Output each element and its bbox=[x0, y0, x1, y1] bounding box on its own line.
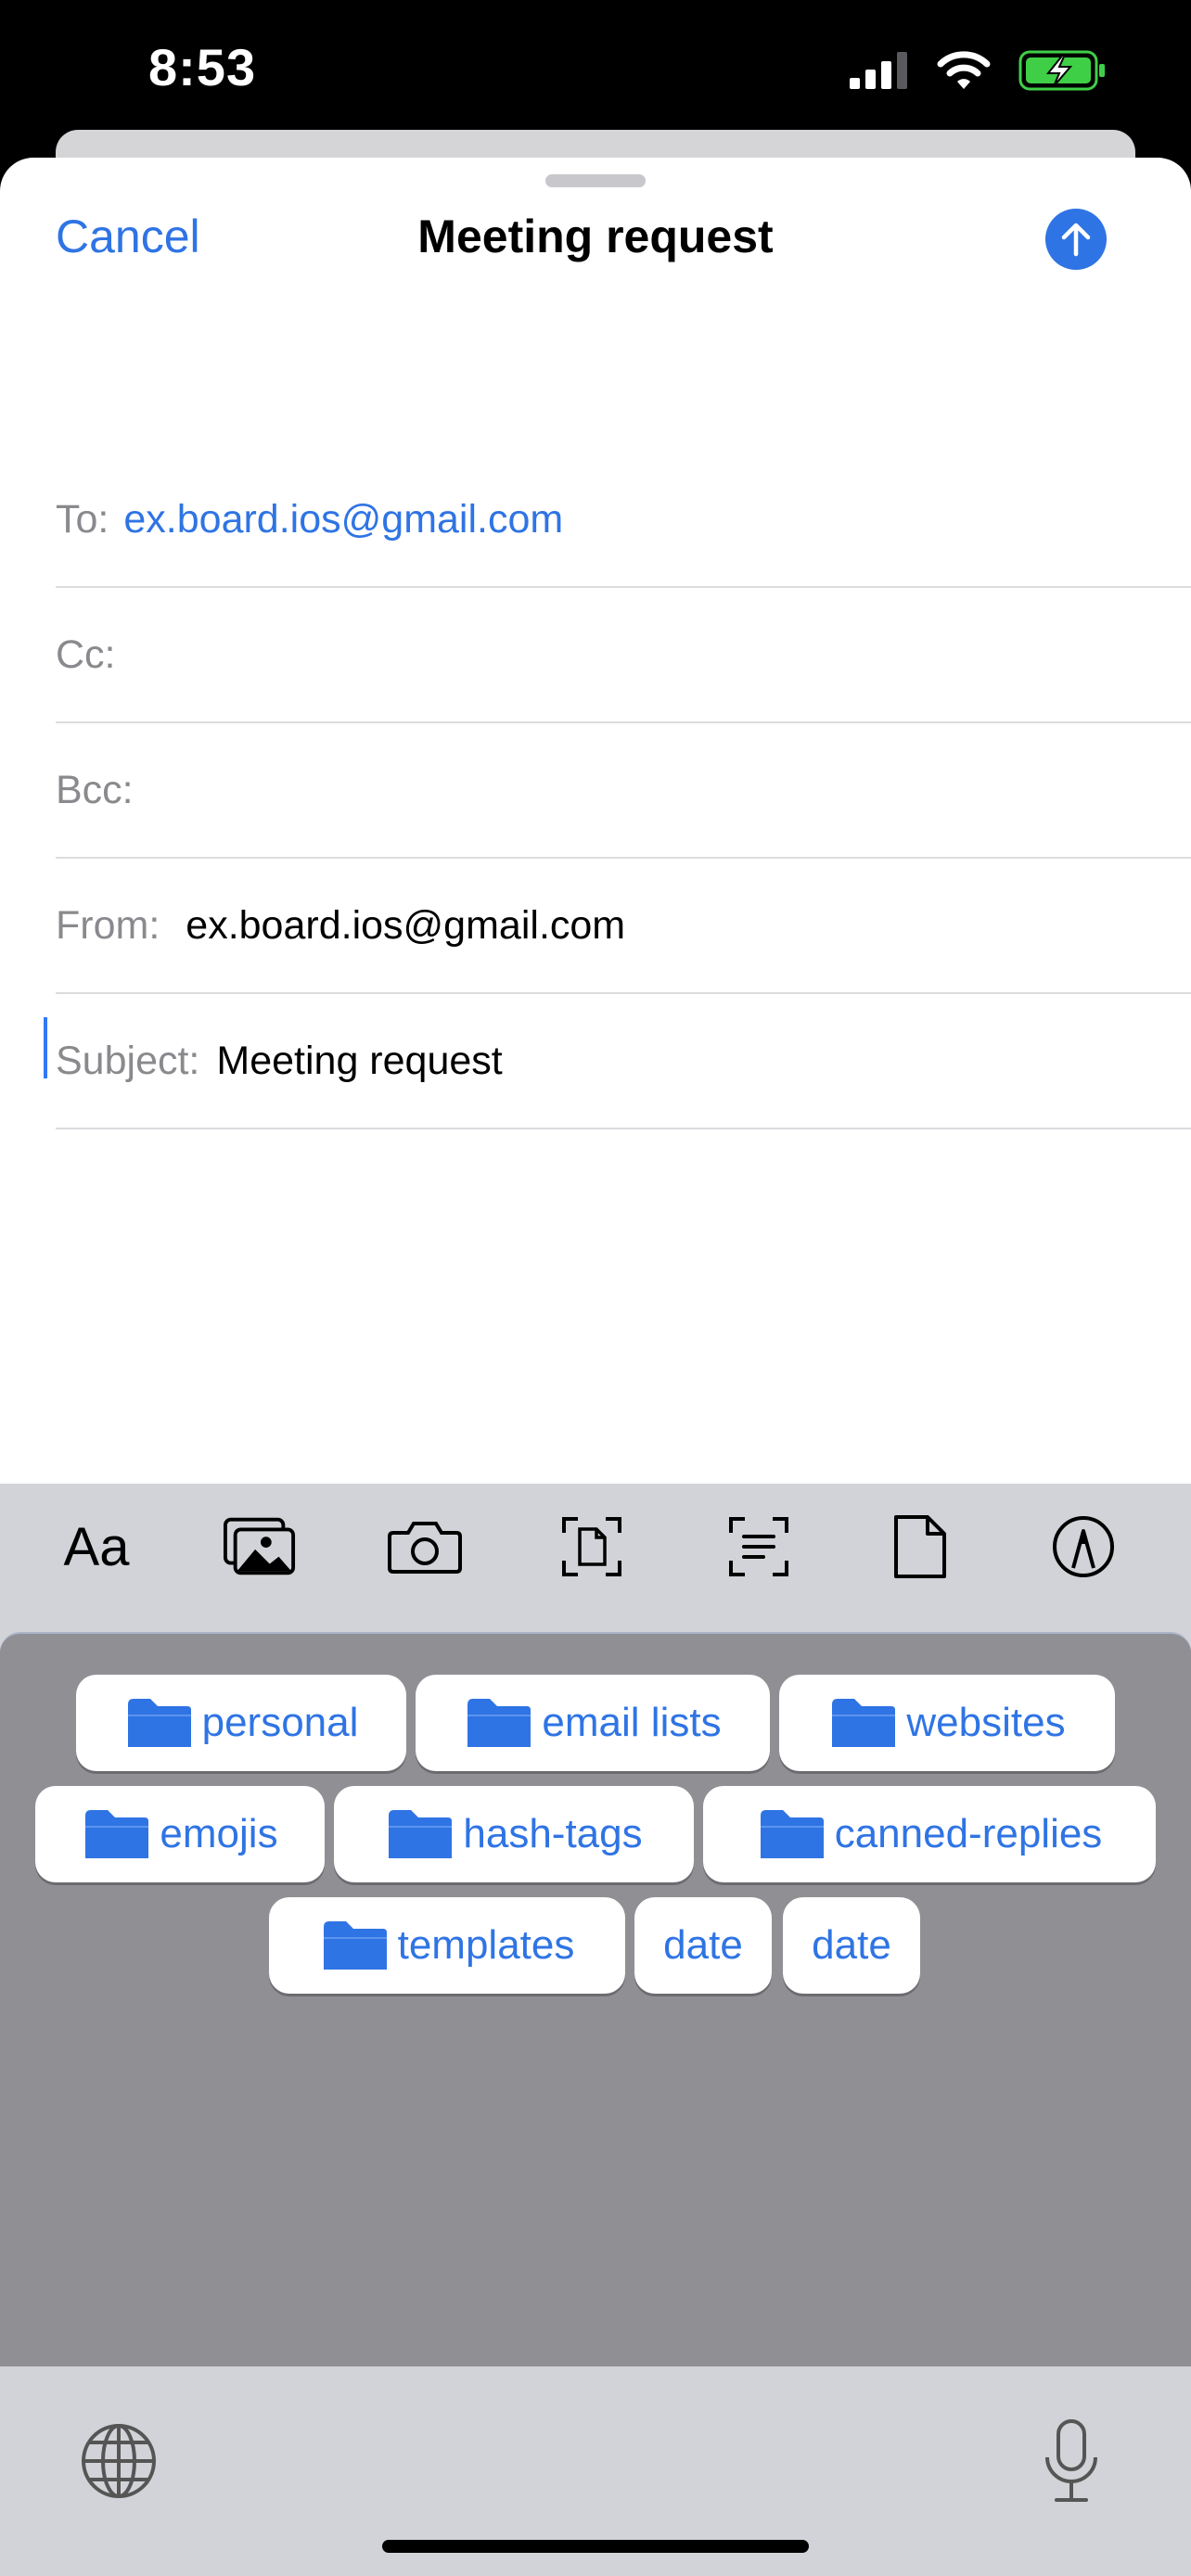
globe-icon[interactable] bbox=[80, 2422, 158, 2500]
from-field[interactable]: From: ex.board.ios@gmail.com bbox=[56, 859, 1191, 994]
body-text-cursor[interactable] bbox=[44, 1017, 47, 1078]
status-time: 8:53 bbox=[148, 38, 257, 96]
keyboard-bottom-bar bbox=[0, 2366, 1191, 2576]
camera-button[interactable] bbox=[388, 1511, 462, 1582]
formatting-toolbar: Aa bbox=[0, 1484, 1191, 1608]
keyboard-extension: personal email lists websites emojis hash-ta… bbox=[0, 1608, 1191, 2366]
snippet-chip-label: emojis bbox=[160, 1811, 278, 1856]
snippet-chip[interactable]: date bbox=[783, 1897, 920, 1994]
text-format-button[interactable]: Aa bbox=[59, 1511, 134, 1582]
snippet-chip-label: canned-replies bbox=[834, 1811, 1103, 1856]
text-format-icon: Aa bbox=[63, 1516, 130, 1577]
snippet-chip[interactable]: canned-replies bbox=[703, 1786, 1156, 1882]
home-indicator[interactable] bbox=[382, 2540, 809, 2553]
file-icon bbox=[894, 1515, 946, 1578]
photo-library-icon bbox=[223, 1517, 296, 1575]
snippet-chip-label: date bbox=[812, 1922, 891, 1968]
snippet-chip-label: websites bbox=[906, 1700, 1066, 1745]
attach-file-button[interactable] bbox=[883, 1511, 957, 1582]
send-button[interactable] bbox=[1045, 209, 1107, 270]
folder-icon bbox=[124, 1695, 195, 1751]
snippet-chip-label: personal bbox=[201, 1700, 359, 1745]
folder-icon bbox=[385, 1806, 455, 1862]
snippet-chip-label: hash-tags bbox=[463, 1811, 643, 1856]
markup-button[interactable] bbox=[1046, 1511, 1121, 1582]
cancel-button[interactable]: Cancel bbox=[56, 210, 200, 263]
status-icons bbox=[850, 46, 1108, 95]
markup-icon bbox=[1053, 1516, 1114, 1577]
snippet-chip[interactable]: hash-tags bbox=[334, 1786, 694, 1882]
from-label: From: bbox=[56, 902, 160, 948]
text-scan-icon bbox=[729, 1517, 788, 1576]
snippet-chip-label: email lists bbox=[542, 1700, 722, 1745]
wifi-icon bbox=[937, 51, 991, 89]
folder-icon bbox=[757, 1806, 827, 1862]
to-label: To: bbox=[56, 496, 109, 542]
folder-icon bbox=[464, 1695, 534, 1751]
status-bar: 8:53 bbox=[0, 0, 1191, 139]
snippet-chip-label: date bbox=[663, 1922, 743, 1968]
to-field[interactable]: To: ex.board.ios@gmail.com bbox=[56, 453, 1191, 588]
text-scan-button[interactable] bbox=[722, 1511, 796, 1582]
camera-icon bbox=[388, 1522, 462, 1574]
snippet-chip[interactable]: emojis bbox=[35, 1786, 325, 1882]
battery-charging-icon bbox=[1018, 50, 1105, 91]
document-scan-button[interactable] bbox=[555, 1511, 629, 1582]
snippet-chip[interactable]: email lists bbox=[416, 1675, 770, 1771]
cc-field[interactable]: Cc: bbox=[56, 588, 1191, 723]
subject-input[interactable]: Meeting request bbox=[216, 1039, 502, 1084]
folder-icon bbox=[82, 1806, 152, 1862]
subject-label: Subject: bbox=[56, 1038, 200, 1083]
photo-library-button[interactable] bbox=[223, 1511, 297, 1582]
sheet-grabber[interactable] bbox=[545, 174, 646, 187]
snippet-panel: personal email lists websites emojis hash-ta… bbox=[0, 1632, 1191, 2366]
from-value[interactable]: ex.board.ios@gmail.com bbox=[186, 903, 625, 949]
bcc-label: Bcc: bbox=[56, 767, 134, 812]
bcc-field[interactable]: Bcc: bbox=[56, 723, 1191, 859]
folder-icon bbox=[320, 1918, 391, 1973]
document-scan-icon bbox=[562, 1517, 621, 1576]
cellular-signal-icon bbox=[850, 52, 907, 89]
microphone-icon[interactable] bbox=[1043, 2418, 1100, 2504]
cc-label: Cc: bbox=[56, 631, 116, 677]
snippet-chip[interactable]: websites bbox=[779, 1675, 1115, 1771]
to-recipient[interactable]: ex.board.ios@gmail.com bbox=[123, 497, 563, 542]
snippet-chip[interactable]: personal bbox=[76, 1675, 406, 1771]
subject-field[interactable]: Subject: Meeting request bbox=[56, 994, 1191, 1129]
arrow-up-icon bbox=[1061, 223, 1091, 257]
snippet-chip[interactable]: date bbox=[634, 1897, 772, 1994]
folder-icon bbox=[828, 1695, 899, 1751]
snippet-chip-label: templates bbox=[397, 1922, 575, 1968]
snippet-chip[interactable]: templates bbox=[269, 1897, 625, 1994]
compose-sheet: Cancel Meeting request To: ex.board.ios@… bbox=[0, 158, 1191, 1484]
